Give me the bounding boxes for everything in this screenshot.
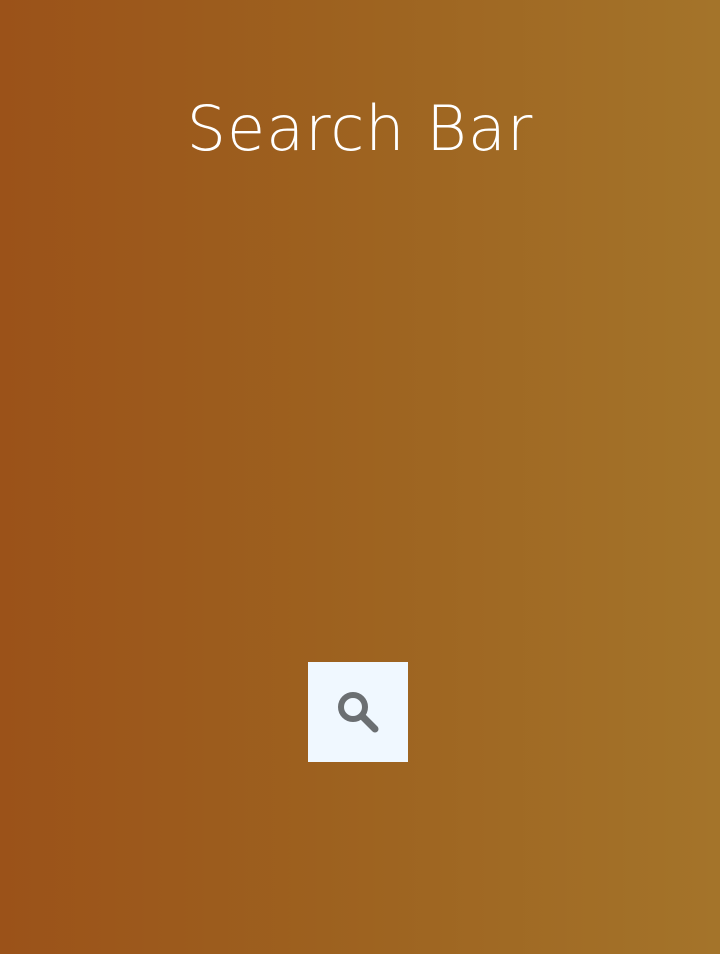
page-title: Search Bar [186, 92, 534, 165]
search-button[interactable] [308, 662, 408, 762]
search-bar [308, 662, 408, 762]
search-icon [338, 692, 379, 733]
